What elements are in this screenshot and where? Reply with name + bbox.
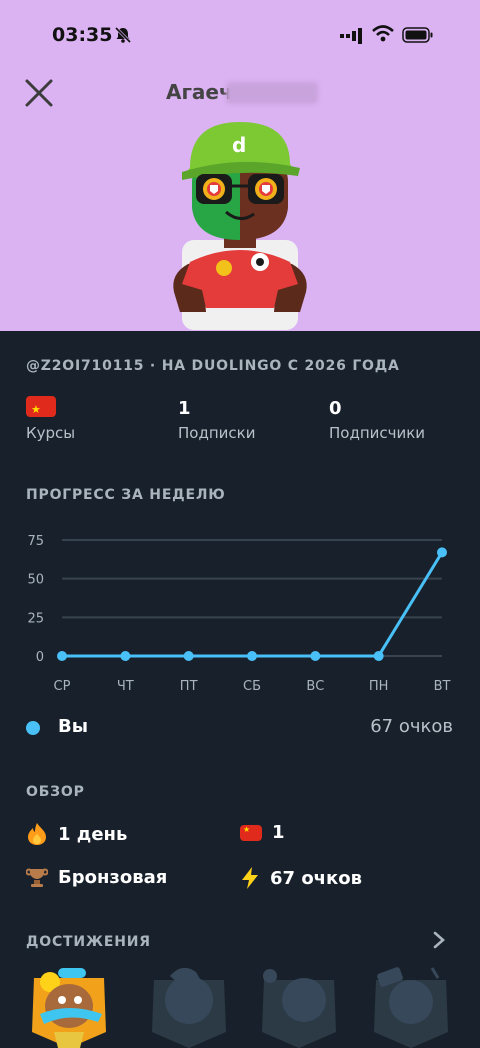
china-flag-icon (240, 824, 262, 841)
achievements-chevron-right-icon[interactable] (432, 931, 446, 949)
achievement-badge-wildfire[interactable] (26, 962, 112, 1048)
overview-league: Бронзовая (26, 866, 167, 888)
achievement-badge-locked-10[interactable] (256, 962, 342, 1048)
x-tick-label: ПН (369, 679, 389, 694)
overview-streak: 1 день (26, 822, 127, 846)
stat-followers-value: 0 (329, 398, 342, 419)
data-point (310, 651, 321, 661)
legend-dot (26, 721, 40, 735)
x-tick-label: ВТ (434, 679, 451, 694)
weekly-progress-title: ПРОГРЕСС ЗА НЕДЕЛЮ (26, 487, 226, 503)
legend-points: 67 очков (370, 716, 453, 737)
league-text: Бронзовая (58, 866, 168, 888)
profile-handle: @Z2OI710115 · НА DUOLINGO С 2026 ГОДА (26, 358, 400, 374)
stat-following-label: Подписки (178, 424, 256, 442)
stat-courses[interactable]: Курсы (26, 396, 75, 442)
courses-count-text: 1 (272, 822, 285, 843)
username-title: Агаеч (166, 80, 233, 104)
y-tick-label: 50 (27, 573, 44, 588)
data-point (373, 651, 384, 661)
stat-following[interactable]: 1 Подписки (178, 396, 255, 442)
avatar[interactable]: d (160, 112, 320, 332)
stat-following-value: 1 (178, 398, 191, 419)
status-bar: 03:35 (0, 0, 480, 70)
total-xp-text: 67 очков (270, 867, 363, 889)
achievements-title: ДОСТИЖЕНИЯ (26, 934, 151, 950)
achievement-badge-locked-100[interactable] (146, 962, 232, 1048)
data-point (120, 651, 131, 661)
data-point (437, 547, 447, 558)
profile-header: 03:35 Агаеч d (0, 0, 480, 331)
streak-text: 1 день (58, 823, 128, 845)
y-tick-label: 0 (36, 650, 44, 665)
y-tick-label: 75 (27, 534, 44, 549)
overview-total-xp: 67 очков (240, 866, 362, 890)
y-tick-label: 25 (27, 611, 44, 626)
stat-followers-label: Подписчики (329, 424, 426, 442)
series-line (62, 551, 444, 658)
legend-label: Вы (58, 716, 88, 737)
stat-courses-label: Курсы (26, 424, 76, 442)
x-tick-label: СР (54, 679, 71, 694)
close-button[interactable] (24, 78, 54, 108)
x-tick-label: СБ (243, 679, 261, 694)
flame-icon (28, 823, 46, 845)
x-tick-label: ЧТ (117, 679, 134, 694)
data-point (247, 651, 257, 661)
svg-text:d: d (232, 133, 246, 157)
lightning-icon (242, 867, 258, 889)
china-flag-icon (26, 396, 56, 423)
redacted-surname (226, 82, 318, 104)
x-tick-label: ПТ (180, 679, 198, 694)
bronze-league-icon (26, 868, 48, 887)
bell-muted-icon (114, 26, 132, 44)
x-tick-label: ВС (306, 679, 324, 694)
cellular-signal-icon (340, 28, 362, 44)
data-point (57, 651, 67, 661)
stat-followers[interactable]: 0 Подписчики (329, 396, 425, 442)
weekly-progress-chart: 0 25 50 75 СР ЧТ ПТ СБ ВС ПН ВТ (27, 534, 451, 694)
overview-courses: 1 (240, 822, 285, 843)
status-time: 03:35 (52, 24, 113, 46)
battery-icon (402, 27, 433, 43)
data-point (183, 651, 194, 661)
achievement-badge-locked-5[interactable] (368, 962, 454, 1048)
overview-title: ОБЗОР (26, 784, 85, 800)
wifi-icon (372, 25, 394, 42)
